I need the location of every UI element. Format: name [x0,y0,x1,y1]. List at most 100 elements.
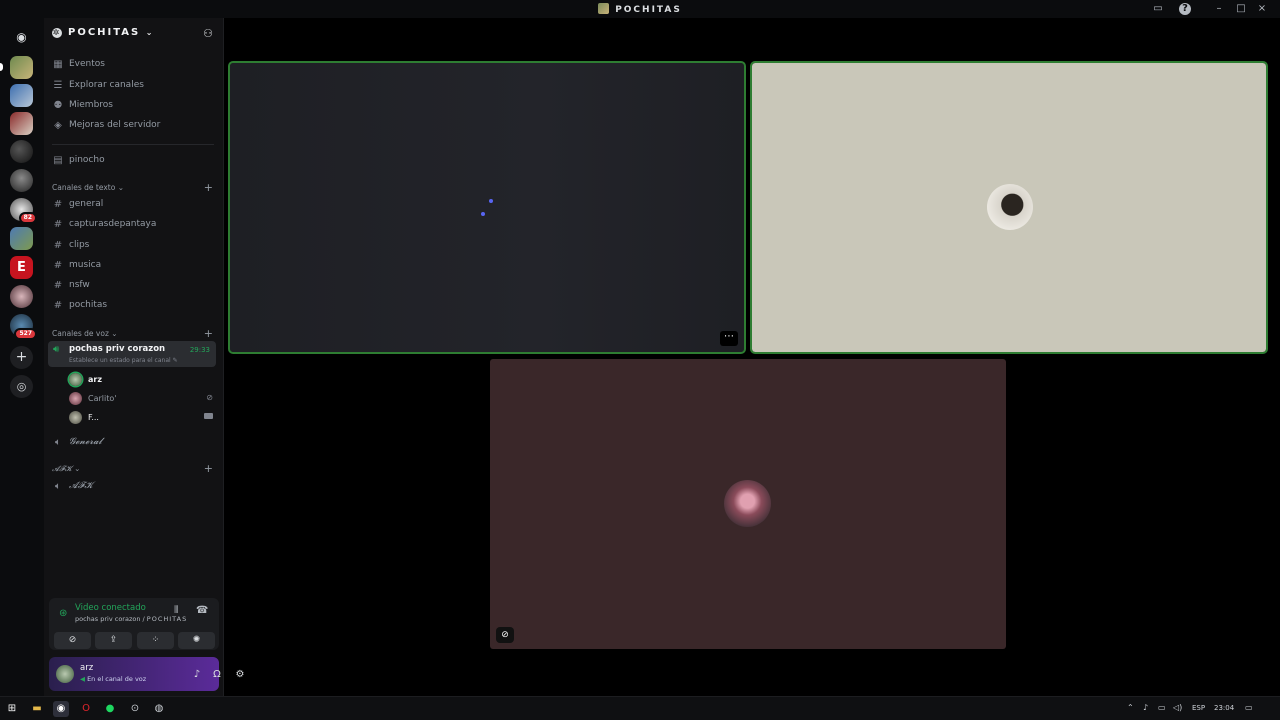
user-panel: arz ◀ En el canal de voz ♪ Ω ⚙ [49,657,244,691]
screen-share-icon: ⇪ [109,635,118,645]
server-pochitas[interactable] [10,56,33,79]
video-tile-2[interactable] [750,61,1268,354]
maximize-icon[interactable]: □ [1235,3,1247,15]
voice-channel-name: pochas priv corazon [69,344,166,354]
close-icon[interactable]: × [1256,3,1268,15]
clock[interactable]: 23:04 [1214,704,1234,712]
invite-icon[interactable]: ⚇ [203,27,213,40]
add-server-icon[interactable]: + [10,346,33,369]
tray-expand-icon[interactable]: ⌃ [1127,703,1134,712]
server-4[interactable] [10,140,33,163]
video-tile-1[interactable]: ⋯ [228,61,746,354]
menu-explorar[interactable]: ☰ Explorar canales [52,77,144,93]
channel-pochitas[interactable]: # pochitas [52,297,107,313]
afk-category[interactable]: 𝓐𝓕𝓚 ⌄ [52,464,80,474]
disconnect-icon[interactable]: ☎ [196,605,208,616]
noise-suppression-icon[interactable]: ⦀ [174,605,178,616]
network-icon[interactable]: ▭ [1158,703,1166,712]
volume-icon[interactable]: ◁) [1173,703,1182,712]
steam-icon[interactable]: ⊙ [127,701,143,717]
chevron-down-icon: ⌄ [145,28,155,37]
app-icon[interactable]: ◍ [151,701,167,717]
server-10[interactable]: 527 [10,314,37,340]
spotify-icon[interactable]: ● [102,701,118,717]
channel-nsfw[interactable]: # nsfw [52,277,90,293]
server-8[interactable]: E [10,256,33,279]
discord-home-icon[interactable]: ◉ [10,26,33,49]
user-status-text: En el canal de voz [87,675,147,683]
loading-dot [489,199,493,203]
server-9[interactable] [10,285,33,308]
channel-capturas[interactable]: # capturasdepantaya [52,216,157,232]
server-header[interactable]: ✲ POCHITAS ⌄ [52,27,154,38]
channel-status[interactable]: Establece un estado para el canal ✎ [69,357,178,364]
chevron-down-icon: ⌄ [74,464,81,473]
voice-channel-general[interactable]: 🔈︎ 𝓖𝓮𝓷𝓮𝓻𝓪𝓵 [52,434,102,450]
headphones-icon[interactable]: Ω [210,668,224,682]
speaker-icon: 🔈︎ [55,480,61,492]
category-label: 𝓐𝓕𝓚 [52,464,72,473]
file-explorer-icon[interactable]: ▬ [29,701,45,717]
video-tile-3[interactable]: ⊘ [490,359,1006,649]
add-voice-channel-icon[interactable]: + [204,327,213,340]
window-title: POCHITAS [0,3,1280,15]
voice-channel-active[interactable]: 🔊︎ pochas priv corazon 29:33 Establece u… [48,341,216,367]
activities-button[interactable]: ⁘ [137,632,174,649]
avatar [69,391,82,405]
settings-icon[interactable]: ⚙ [233,668,247,682]
channel-pinocho[interactable]: ▤ pinocho [52,152,104,168]
server-2[interactable] [10,84,33,107]
menu-miembros[interactable]: ⚉ Miembros [52,97,113,113]
discord-taskbar-icon[interactable]: ◉ [53,701,69,717]
voice-connection-panel: ⊛ Video conectado pochas priv corazon / … [49,598,219,650]
language-indicator[interactable]: ESP [1192,704,1205,712]
camera-off-button[interactable]: ⊘ [54,632,91,649]
menu-label: Miembros [69,100,113,110]
server-6[interactable]: 82 [10,198,37,224]
windows-start-icon[interactable]: ⊞ [4,701,20,717]
members-icon: ⚉ [53,99,63,111]
chevron-down-icon: ⌄ [111,329,118,338]
text-category[interactable]: Canales de texto ⌄ [52,183,124,192]
hashtag-icon: # [53,259,63,271]
signal-icon[interactable]: ⊛ [59,608,67,619]
connection-channel[interactable]: pochas priv corazon / POCHITAS [75,615,187,623]
microphone-icon[interactable]: ♪ [190,668,204,682]
speaker-icon: 🔈︎ [55,436,61,448]
connection-channel-name: pochas priv corazon [75,615,141,623]
channel-general[interactable]: # general [52,196,103,212]
help-icon[interactable]: ? [1179,3,1191,15]
more-options-icon[interactable]: ⋯ [720,331,738,346]
muted-icon: ⊘ [206,393,213,402]
share-screen-button[interactable]: ⇪ [95,632,132,649]
soundboard-button[interactable]: ✺ [178,632,215,649]
add-text-channel-icon[interactable]: + [204,181,213,194]
channel-name: capturasdepantaya [69,219,157,229]
server-5[interactable] [10,169,33,192]
channel-musica[interactable]: # musica [52,257,101,273]
user-name: arz [80,663,94,673]
server-3[interactable] [10,112,33,135]
activities-icon: ⁘ [151,635,160,645]
avatar [69,410,82,424]
connection-server-name: POCHITAS [146,615,188,623]
notifications-icon[interactable]: ▭ [1245,703,1253,712]
avatar[interactable] [56,665,74,683]
opera-icon[interactable]: O [78,701,94,717]
voice-member-arz[interactable]: arz [69,371,102,387]
explore-icon[interactable]: ◎ [10,375,33,398]
speaker-icon: ◀ [80,675,85,683]
add-afk-channel-icon[interactable]: + [204,462,213,475]
menu-mejoras[interactable]: ◈ Mejoras del servidor [52,117,160,133]
menu-eventos[interactable]: ▦ Eventos [52,56,105,72]
minimize-icon[interactable]: – [1213,3,1225,15]
voice-member-f[interactable]: F... [69,409,99,425]
tray-mic-icon[interactable]: ♪ [1143,703,1148,712]
voice-member-carlito[interactable]: Carlito' [69,390,116,406]
voice-channel-afk[interactable]: 🔈︎ 𝓐𝓕𝓚 [52,478,93,494]
inbox-icon[interactable]: ▭ [1152,3,1164,15]
server-7[interactable] [10,227,33,250]
voice-category[interactable]: Canales de voz ⌄ [52,329,118,338]
channel-clips[interactable]: # clips [52,237,90,253]
server-icon [598,3,610,14]
